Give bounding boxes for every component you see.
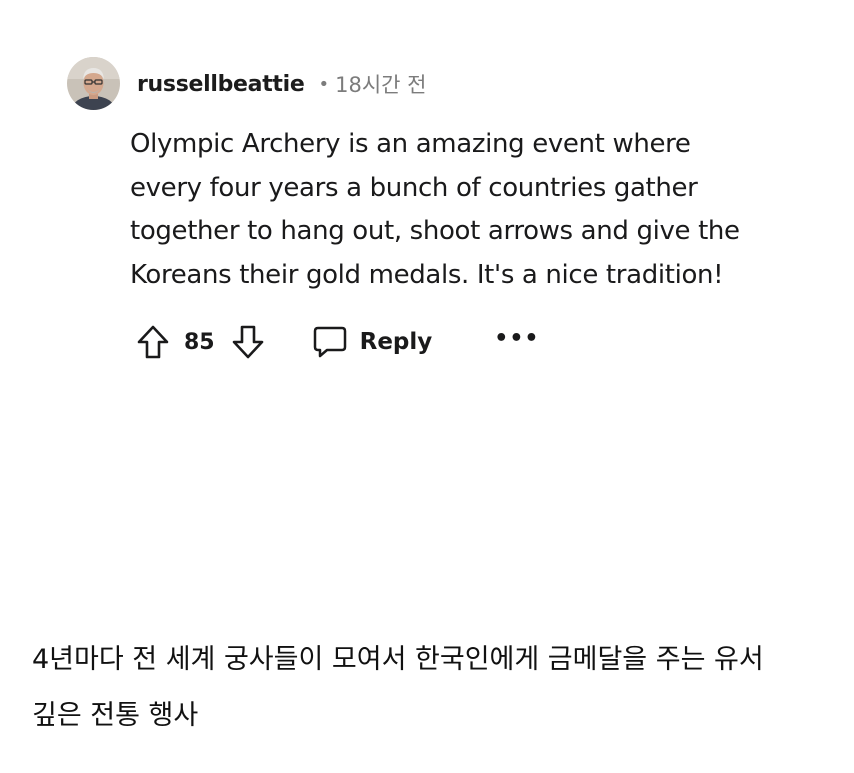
user-avatar[interactable] [67,57,120,110]
caption-line: 4년마다 전 세계 궁사들이 모여서 한국인에게 금메달을 주는 유서 [32,644,764,675]
speech-bubble-icon [312,325,348,359]
comment-meta: russellbeattie • 18시간 전 [137,64,427,104]
caption-text: 4년마다 전 세계 궁사들이 모여서 한국인에게 금메달을 주는 유서 깊은 전… [32,632,832,744]
downvote-arrow-icon[interactable] [231,324,265,360]
reply-label: Reply [359,329,433,355]
comment-body-line: Koreans their gold medals. It's a nice t… [130,259,724,290]
comment-action-bar: 85 Reply ••• [136,320,539,364]
comment-body: Olympic Archery is an amazing event wher… [130,123,820,297]
comment-timestamp: 18시간 전 [335,73,427,97]
more-options-button[interactable]: ••• [494,326,539,351]
upvote-arrow-icon[interactable] [136,324,170,360]
vote-count: 85 [184,329,215,355]
meta-separator: • [318,73,330,95]
comment-body-line: every four years a bunch of countries ga… [130,172,698,203]
comment-body-line: Olympic Archery is an amazing event wher… [130,129,691,159]
caption-line: 깊은 전통 행사 [32,700,199,731]
reply-button[interactable]: Reply [312,325,433,359]
username-link[interactable]: russellbeattie [137,72,305,97]
comment-body-line: together to hang out, shoot arrows and g… [130,216,740,246]
comment-card: russellbeattie • 18시간 전 Olympic Archery … [0,0,854,400]
